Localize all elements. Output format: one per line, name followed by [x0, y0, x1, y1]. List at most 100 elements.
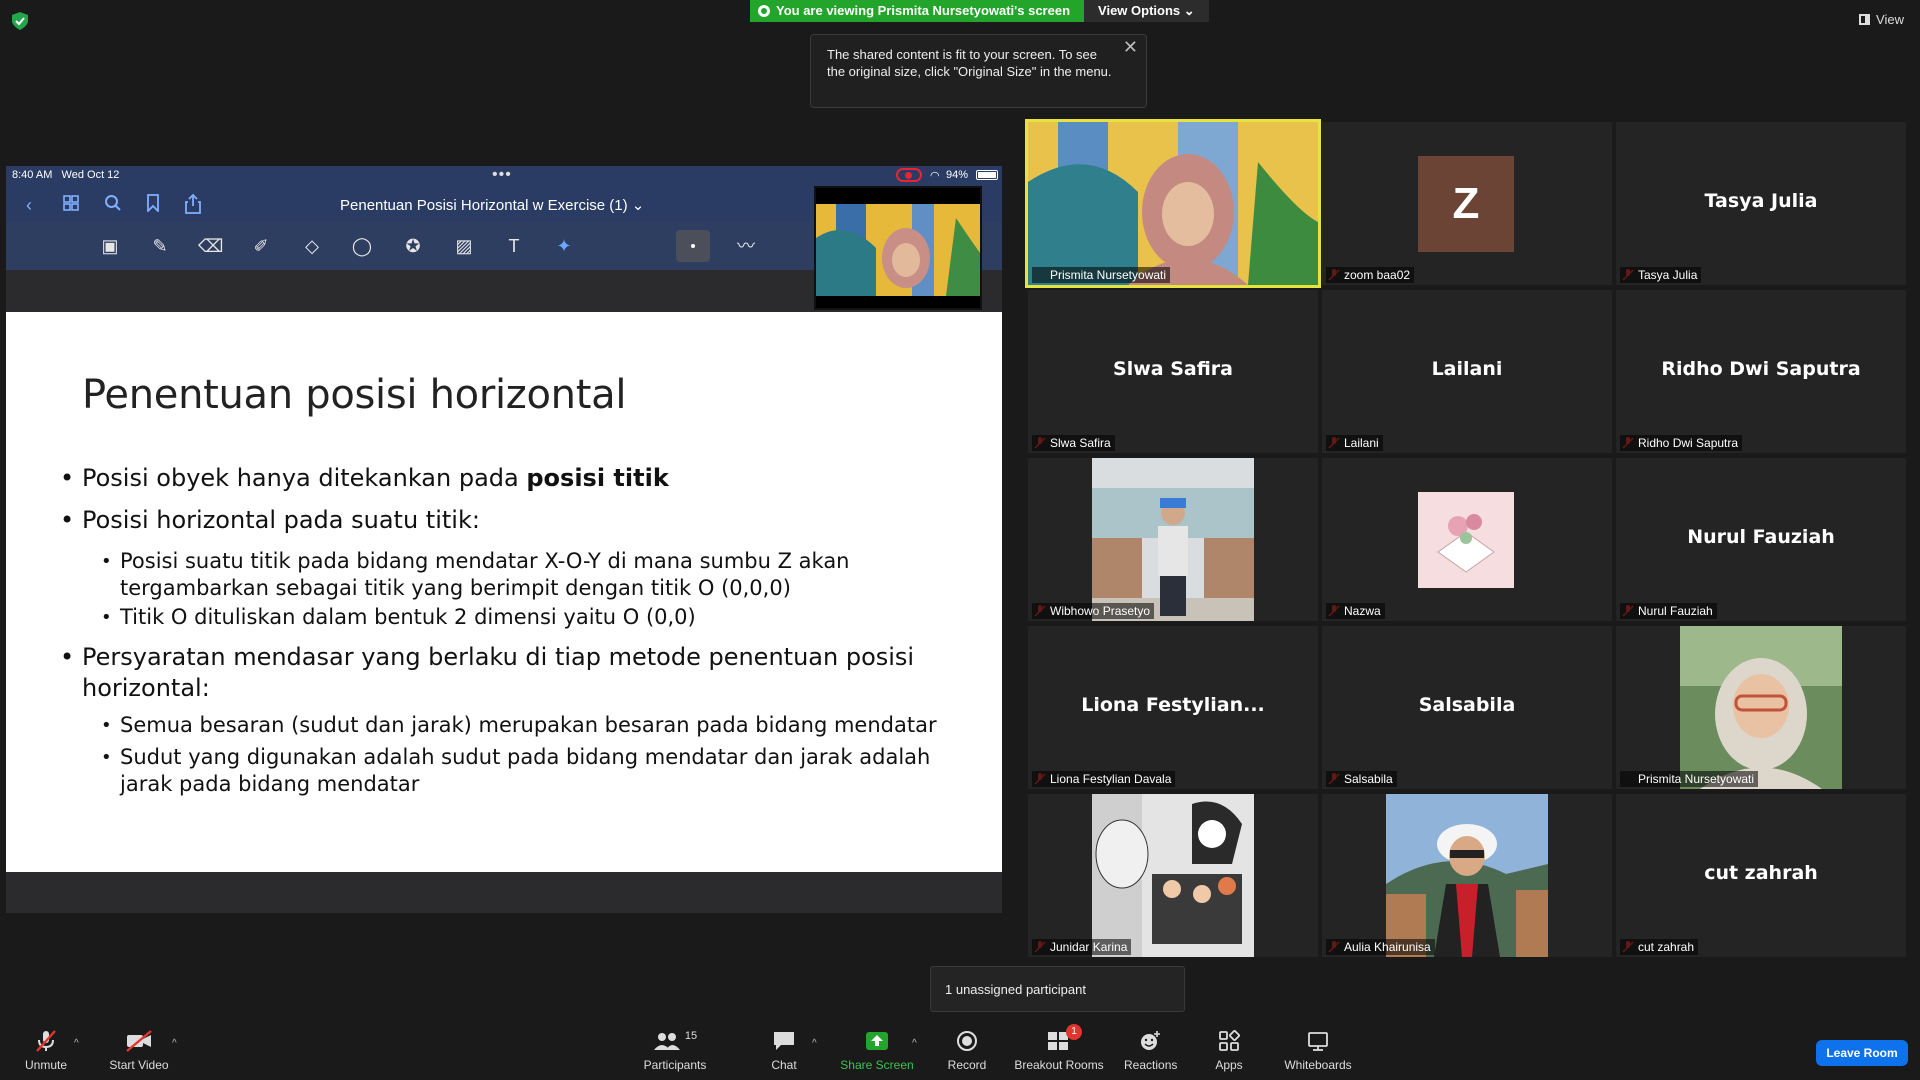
text-box-icon[interactable]: T: [502, 234, 526, 258]
participant-name-label: Prismita Nursetyowati: [1620, 771, 1759, 787]
start-video-button[interactable]: Start Video: [104, 1028, 174, 1072]
participant-tile[interactable]: Prismita Nursetyowati: [1616, 626, 1906, 789]
eraser-icon[interactable]: ⌫: [198, 234, 223, 258]
participant-name-label: Aulia Khairunisa: [1326, 939, 1435, 955]
pen-size-selector[interactable]: [676, 230, 710, 262]
apps-label: Apps: [1215, 1058, 1243, 1072]
search-icon[interactable]: [102, 194, 124, 216]
participant-tile[interactable]: Nurul Fauziah Nurul Fauziah: [1616, 458, 1906, 621]
participant-display-name: Lailani: [1431, 358, 1503, 380]
bullet-1-bold: posisi titik: [526, 464, 669, 492]
apps-button[interactable]: Apps: [1214, 1028, 1244, 1072]
participant-display-name: Liona Festylian...: [1081, 694, 1265, 716]
apps-icon: [1219, 1030, 1240, 1051]
lasso-icon[interactable]: ◯: [350, 234, 374, 258]
bullet-marker: •: [101, 551, 112, 572]
grid-icon[interactable]: [60, 194, 82, 216]
participant-tile[interactable]: Z zoom baa02: [1322, 122, 1612, 285]
image-icon[interactable]: ▨: [452, 234, 476, 258]
participant-tile[interactable]: Ridho Dwi Saputra Ridho Dwi Saputra: [1616, 290, 1906, 453]
bookmark-icon[interactable]: [142, 194, 164, 216]
participant-display-name: Ridho Dwi Saputra: [1661, 358, 1861, 380]
unmute-button[interactable]: Unmute: [16, 1028, 76, 1072]
audio-options-chevron-icon[interactable]: ^: [74, 1038, 79, 1049]
battery-percent: 94%: [946, 169, 969, 181]
participant-tile[interactable]: Junidar Karina: [1028, 794, 1318, 957]
participant-tile[interactable]: Liona Festylian... Liona Festylian Daval…: [1028, 626, 1318, 789]
subbullet-3-2-line-2: jarak pada bidang mendatar: [120, 772, 420, 796]
bullet-1-text: Posisi obyek hanya ditekankan pada: [82, 464, 527, 492]
participant-name-label: Tasya Julia: [1620, 267, 1702, 283]
security-shield-icon[interactable]: [12, 12, 28, 30]
leave-room-button[interactable]: Leave Room: [1816, 1040, 1908, 1066]
chat-options-chevron-icon[interactable]: ^: [812, 1038, 817, 1049]
sticker-icon[interactable]: ✪: [401, 234, 425, 258]
participant-tile[interactable]: Nazwa: [1322, 458, 1612, 621]
stroke-style-icon[interactable]: 〰: [734, 234, 758, 258]
viewing-text: You are viewing Prismita Nursetyowati's …: [776, 3, 1071, 18]
view-options-label: View Options: [1098, 3, 1181, 18]
document-title[interactable]: Penentuan Posisi Horizontal w Exercise (…: [340, 196, 644, 214]
bullet-marker: •: [60, 643, 75, 671]
participant-name-label: Prismita Nursetyowati: [1032, 267, 1171, 283]
reactions-label: Reactions: [1124, 1058, 1178, 1072]
wifi-icon: ◠: [930, 170, 940, 182]
whiteboards-button[interactable]: Whiteboards: [1282, 1028, 1354, 1072]
battery-icon: [976, 170, 998, 180]
participant-tile[interactable]: Wibhowo Prasetyo: [1028, 458, 1318, 621]
subbullet-2-1-line-1: Posisi suatu titik pada bidang mendatar …: [120, 549, 850, 573]
view-options-button[interactable]: View Options ⌄: [1084, 0, 1209, 22]
participant-name-label: Lailani: [1326, 435, 1383, 451]
bullet-marker: •: [101, 715, 112, 736]
participant-tile[interactable]: Salsabila Salsabila: [1322, 626, 1612, 789]
share-screen-button[interactable]: Share Screen: [840, 1028, 914, 1072]
back-icon[interactable]: ‹: [18, 194, 40, 216]
tooltip-text: The shared content is fit to your screen…: [827, 47, 1112, 79]
video-feed: [1092, 458, 1254, 621]
whiteboard-icon: [1308, 1032, 1328, 1051]
participant-tile[interactable]: Prismita Nursetyowati: [1025, 119, 1321, 288]
record-button[interactable]: Record: [942, 1028, 992, 1072]
close-icon[interactable]: ✕: [1123, 38, 1138, 56]
subbullet-3-2-line-1: Sudut yang digunakan adalah sudut pada b…: [120, 745, 931, 769]
subbullet-2-1-line-2: tergambarkan sebagai titik yang berimpit…: [120, 576, 791, 600]
participant-display-name: Tasya Julia: [1704, 190, 1818, 212]
share-icon[interactable]: [182, 193, 204, 216]
participant-tile[interactable]: cut zahrah cut zahrah: [1616, 794, 1906, 957]
screen-share-banner: You are viewing Prismita Nursetyowati's …: [750, 0, 1209, 22]
video-off-icon: [126, 1030, 152, 1052]
slide-subbullet-3-2: • Sudut yang digunakan adalah sudut pada …: [101, 744, 931, 798]
video-options-chevron-icon[interactable]: ^: [172, 1038, 177, 1049]
participant-tile[interactable]: Lailani Lailani: [1322, 290, 1612, 453]
breakout-popup-text: 1 unassigned participant: [945, 982, 1086, 997]
participant-display-name: Nurul Fauziah: [1687, 526, 1835, 548]
laser-pointer-icon[interactable]: ✦: [552, 234, 576, 258]
breakout-rooms-button[interactable]: 1 Breakout Rooms: [1014, 1024, 1104, 1072]
participant-name-label: Liona Festylian Davala: [1032, 771, 1176, 787]
start-video-label: Start Video: [109, 1058, 169, 1072]
bullet-marker: •: [101, 747, 112, 768]
shapes-icon[interactable]: ◇: [300, 234, 324, 258]
participants-button[interactable]: 15 Participants: [638, 1028, 712, 1072]
profile-picture: [1092, 794, 1254, 957]
reactions-button[interactable]: Reactions: [1124, 1028, 1178, 1072]
viewing-indicator: You are viewing Prismita Nursetyowati's …: [750, 0, 1085, 22]
participant-display-name: cut zahrah: [1704, 862, 1818, 884]
meeting-toolbar: Unmute ^ Start Video ^ 15 Participants C…: [0, 1016, 1920, 1080]
chat-button[interactable]: Chat: [764, 1028, 804, 1072]
image-search-icon[interactable]: ▣: [98, 234, 122, 258]
participant-tile[interactable]: Tasya Julia Tasya Julia: [1616, 122, 1906, 285]
breakout-rooms-popup[interactable]: 1 unassigned participant: [930, 966, 1185, 1012]
breakout-rooms-label: Breakout Rooms: [1014, 1058, 1104, 1072]
share-options-chevron-icon[interactable]: ^: [912, 1038, 917, 1049]
participant-tile[interactable]: Aulia Khairunisa: [1322, 794, 1612, 957]
muted-mic-icon: [36, 1030, 56, 1052]
view-button[interactable]: View: [1859, 12, 1904, 27]
chat-label: Chat: [771, 1058, 797, 1072]
highlighter-icon[interactable]: ✐: [249, 234, 273, 258]
whiteboards-label: Whiteboards: [1284, 1058, 1352, 1072]
ipad-time: 8:40 AM Wed Oct 12: [12, 169, 119, 181]
pen-icon[interactable]: ✎: [148, 234, 172, 258]
participant-tile[interactable]: Slwa Safira Slwa Safira: [1028, 290, 1318, 453]
presenter-pip-video: [814, 186, 982, 310]
